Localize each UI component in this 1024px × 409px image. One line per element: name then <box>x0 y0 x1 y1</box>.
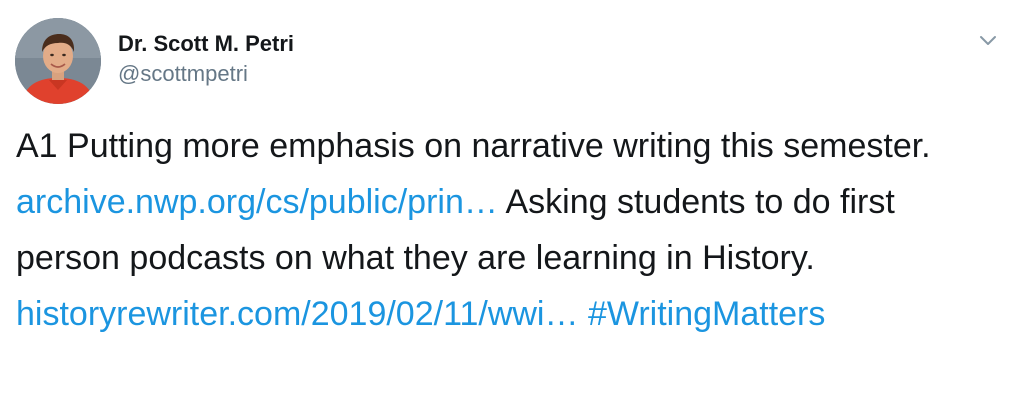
tweet-link-1[interactable]: archive.nwp.org/cs/public/prin… <box>16 183 498 221</box>
profile-photo-icon <box>15 18 101 104</box>
user-handle[interactable]: @scottmpetri <box>118 60 294 88</box>
tweet-link-2[interactable]: historyrewriter.com/2019/02/11/wwi… <box>16 295 578 333</box>
tweet-text-part-1: A1 Putting more emphasis on narrative wr… <box>16 127 931 165</box>
author-names: Dr. Scott M. Petri @scottmpetri <box>118 30 294 88</box>
display-name[interactable]: Dr. Scott M. Petri <box>118 30 294 58</box>
chevron-down-icon[interactable] <box>976 28 1000 52</box>
avatar[interactable] <box>15 18 101 104</box>
tweet-card: Dr. Scott M. Petri @scottmpetri A1 Putti… <box>0 0 1024 409</box>
tweet-text: A1 Putting more emphasis on narrative wr… <box>16 118 1006 342</box>
hashtag-link[interactable]: #WritingMatters <box>588 295 825 333</box>
